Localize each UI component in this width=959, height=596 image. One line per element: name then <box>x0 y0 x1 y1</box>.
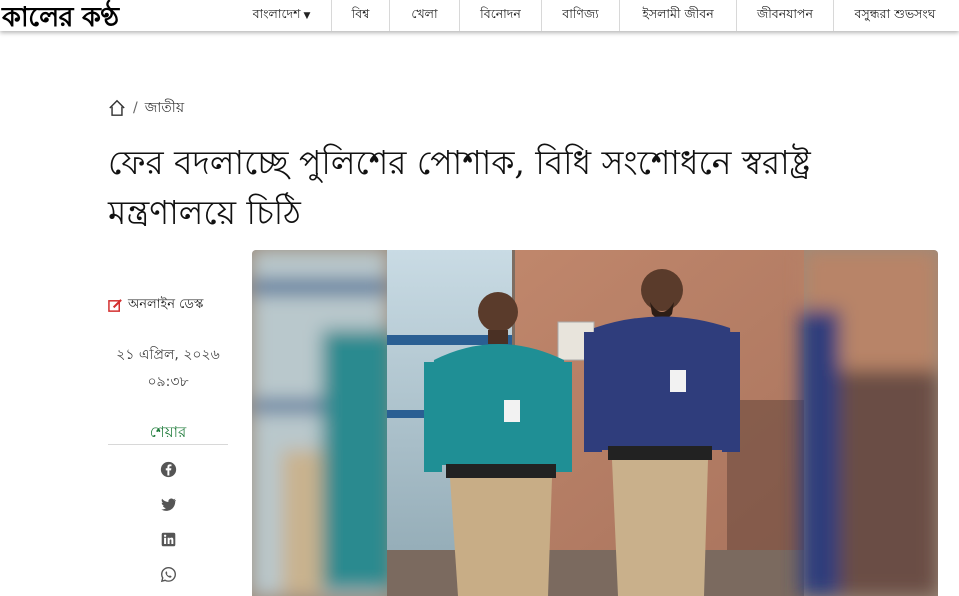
publish-datetime: ২১ এপ্রিল, ২০২৬ ০৯:৩৮ <box>108 342 228 396</box>
top-navigation-bar: কালের কণ্ঠ বাংলাদেশ ▼ বিশ্ব খেলা বিনোদন ব… <box>0 0 959 33</box>
nav-item-world[interactable]: বিশ্ব <box>332 0 390 31</box>
share-linkedin-button[interactable] <box>108 522 228 557</box>
linkedin-icon <box>161 532 175 547</box>
nav-item-label: বাংলাদেশ <box>252 5 301 21</box>
share-label: শেয়ার <box>149 423 187 441</box>
share-facebook-button[interactable] <box>108 452 228 487</box>
nav-item-bangladesh[interactable]: বাংলাদেশ ▼ <box>232 0 332 31</box>
caret-down-icon: ▼ <box>303 10 311 21</box>
share-twitter-button[interactable] <box>108 487 228 522</box>
site-logo[interactable]: কালের কণ্ঠ <box>2 0 119 42</box>
nav-item-bashundhara-shuvosangho[interactable]: বসুন্ধরা শুভসংঘ <box>834 0 956 31</box>
breadcrumb-separator: / <box>133 100 138 116</box>
nav-item-label: বিশ্ব <box>351 5 370 21</box>
facebook-icon <box>160 461 176 478</box>
nav-item-islamic-life[interactable]: ইসলামী জীবন <box>620 0 737 31</box>
nav-item-label: জীবনযাপন <box>757 5 813 21</box>
breadcrumb: / জাতীয় <box>108 96 184 120</box>
article-featured-image <box>252 250 938 596</box>
nav-item-label: ইসলামী জীবন <box>642 5 714 21</box>
article-title: ফের বদলাচ্ছে পুলিশের পোশাক, বিধি সংশোধনে… <box>108 143 811 232</box>
share-divider <box>108 444 228 445</box>
share-buttons <box>108 452 228 592</box>
edit-icon <box>108 299 122 312</box>
nav-item-label: খেলা <box>411 5 438 21</box>
nav-item-label: বসুন্ধরা শুভসংঘ <box>854 5 936 21</box>
nav-item-label: বিনোদন <box>480 5 521 21</box>
home-icon[interactable] <box>108 99 126 117</box>
twitter-icon <box>160 498 176 511</box>
publish-date: ২১ এপ্রিল, ২০২৬ <box>116 347 220 363</box>
share-whatsapp-button[interactable] <box>108 557 228 592</box>
nav-item-lifestyle[interactable]: জীবনযাপন <box>737 0 834 31</box>
featured-image-drawing <box>252 250 938 596</box>
breadcrumb-category-link[interactable]: জাতীয় <box>145 96 184 120</box>
main-nav: বাংলাদেশ ▼ বিশ্ব খেলা বিনোদন বাণিজ্য ইসলা… <box>232 0 956 31</box>
author-name: অনলাইন ডেস্ক <box>128 297 204 312</box>
publish-time: ০৯:৩৮ <box>147 374 189 390</box>
author-byline[interactable]: অনলাইন ডেস্ক <box>108 295 203 316</box>
nav-item-sports[interactable]: খেলা <box>390 0 460 31</box>
whatsapp-icon <box>160 567 176 583</box>
nav-item-business[interactable]: বাণিজ্য <box>542 0 620 31</box>
nav-item-label: বাণিজ্য <box>562 5 599 21</box>
nav-item-entertainment[interactable]: বিনোদন <box>460 0 542 31</box>
